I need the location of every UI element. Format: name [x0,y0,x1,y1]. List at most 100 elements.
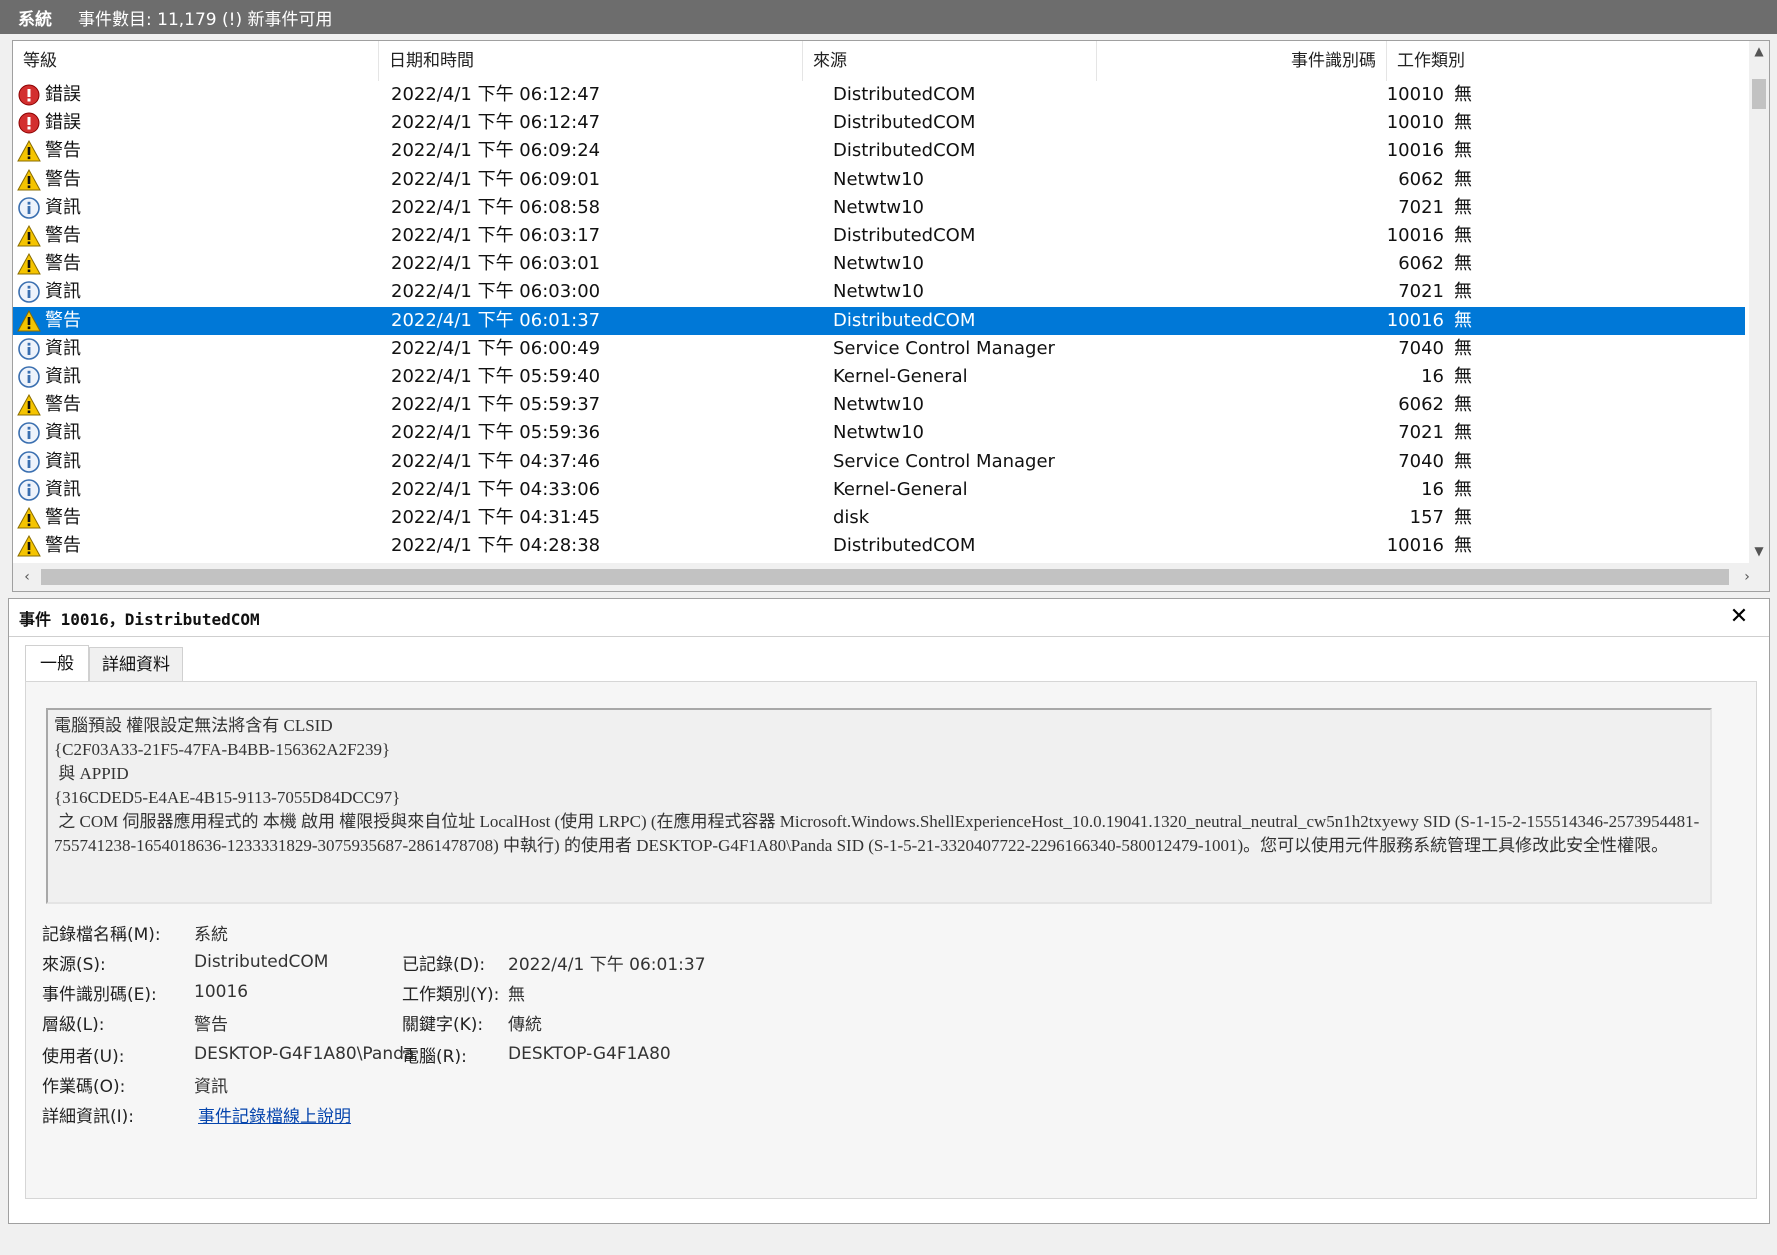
cell-task: 無 [1454,309,1472,331]
table-row[interactable]: 錯誤 2022/4/1 下午 06:12:47 DistributedCOM 1001… [13,81,1745,109]
cell-source: DistributedCOM [833,84,976,105]
table-row[interactable]: 警告 2022/4/1 下午 04:31:45 disk 157 無 [13,504,1745,532]
cell-source: Kernel-General [833,366,968,387]
horizontal-scrollbar[interactable]: ‹ › [13,563,1769,591]
cell-event-id: 6062 [1398,253,1444,275]
level-value[interactable]: 警告 [194,1010,228,1035]
cell-date: 2022/4/1 下午 04:31:45 [391,507,601,528]
cell-level: 警告 [17,250,81,278]
vertical-scrollbar[interactable]: ▲ ▼ [1749,41,1769,563]
cell-event-id: 7021 [1398,281,1444,303]
cell-task: 無 [1454,422,1472,444]
opcode-label: 作業碼(O): [42,1077,126,1097]
warning-icon [17,139,41,163]
task-value[interactable]: 無 [508,980,525,1005]
title-bar: 系統 事件數目: 11,179 (!) 新事件可用 [0,0,1777,34]
user-label: 使用者(U): [42,1047,125,1067]
cell-source: Kernel-General [833,478,968,500]
cell-task: 無 [1454,366,1472,387]
table-row[interactable]: 警告 2022/4/1 下午 05:59:37 Netwtw10 6062 無 [13,391,1745,419]
tab-details[interactable]: 詳細資料 [89,647,183,681]
cell-date: 2022/4/1 下午 05:59:40 [391,366,601,387]
tab-general[interactable]: 一般 [25,645,89,681]
col-event-id[interactable]: 事件識別碼 [1097,41,1387,81]
level-text: 資訊 [45,337,81,359]
cell-task: 無 [1454,140,1472,162]
table-row[interactable]: 資訊 2022/4/1 下午 05:59:36 Netwtw10 7021 無 [13,419,1745,447]
table-row[interactable]: 警告 2022/4/1 下午 04:28:38 DistributedCOM 1001… [13,532,1745,560]
warning-icon [17,309,41,333]
cell-task: 無 [1454,112,1472,134]
cell-date: 2022/4/1 下午 06:08:58 [391,196,601,218]
scroll-left-icon[interactable]: ‹ [17,567,37,587]
cell-event-id: 7021 [1398,422,1444,444]
log-name-value[interactable]: 系統 [194,920,228,945]
table-row[interactable]: 警告 2022/4/1 下午 06:09:24 DistributedCOM 1001… [13,137,1745,165]
cell-task: 無 [1454,225,1472,246]
task-label: 工作類別(Y): [402,985,500,1005]
col-source[interactable]: 來源 [803,41,1097,81]
col-task[interactable]: 工作類別 [1387,41,1749,81]
keywords-value[interactable]: 傳統 [508,1010,542,1035]
cell-event-id: 10016 [1386,225,1444,246]
table-row[interactable]: 資訊 2022/4/1 下午 06:03:00 Netwtw10 7021 無 [13,278,1745,306]
level-text: 資訊 [45,366,81,387]
cell-source: Netwtw10 [833,281,925,303]
cell-level: 警告 [17,532,81,560]
level-text: 警告 [45,535,81,557]
cell-task: 無 [1454,337,1472,359]
scroll-right-icon[interactable]: › [1737,567,1757,587]
more-info-link[interactable]: 事件記錄檔線上說明 [198,1102,351,1127]
table-row[interactable]: 資訊 2022/4/1 下午 04:33:06 Kernel-General 16 無 [13,476,1745,504]
event-id-value[interactable]: 10016 [194,982,248,1002]
cell-date: 2022/4/1 下午 05:59:37 [391,394,601,416]
info-icon [17,337,41,361]
vertical-scroll-thumb[interactable] [1752,79,1766,109]
cell-event-id: 10010 [1386,84,1444,105]
cell-level: 警告 [17,222,81,250]
level-text: 資訊 [45,478,81,500]
info-icon [17,421,41,445]
level-text: 警告 [45,253,81,275]
cell-level: 資訊 [17,194,81,222]
close-icon[interactable]: ✕ [1727,605,1751,629]
info-icon [17,450,41,474]
level-text: 警告 [45,140,81,162]
cell-date: 2022/4/1 下午 06:03:01 [391,253,601,275]
horizontal-scroll-thumb[interactable] [41,569,1729,585]
source-value[interactable]: DistributedCOM [194,952,328,972]
user-value[interactable]: DESKTOP-G4F1A80\Panda [194,1044,414,1064]
table-row[interactable]: 資訊 2022/4/1 下午 06:08:58 Netwtw10 7021 無 [13,194,1745,222]
cell-level: 資訊 [17,448,81,476]
scroll-up-icon[interactable]: ▲ [1749,41,1769,61]
warning-icon [17,506,41,530]
column-header: 等級 日期和時間 來源 事件識別碼 工作類別 [13,41,1749,81]
table-row[interactable]: 資訊 2022/4/1 下午 06:00:49 Service Control Ma… [13,335,1745,363]
table-row[interactable]: 警告 2022/4/1 下午 06:09:01 Netwtw10 6062 無 [13,166,1745,194]
cell-event-id: 7021 [1398,196,1444,218]
cell-level: 警告 [17,391,81,419]
col-level[interactable]: 等級 [13,41,379,81]
cell-date: 2022/4/1 下午 06:01:37 [391,309,601,331]
col-date[interactable]: 日期和時間 [379,41,803,81]
table-row[interactable]: 資訊 2022/4/1 下午 05:59:40 Kernel-General 16 無 [13,363,1745,391]
table-row[interactable]: 警告 2022/4/1 下午 06:03:01 Netwtw10 6062 無 [13,250,1745,278]
cell-date: 2022/4/1 下午 06:12:47 [391,112,601,134]
opcode-value[interactable]: 資訊 [194,1072,228,1097]
detail-header: 事件 10016，DistributedCOM ✕ [9,599,1769,637]
table-row[interactable]: 錯誤 2022/4/1 下午 06:12:47 DistributedCOM 1001… [13,109,1745,137]
cell-source: Netwtw10 [833,253,925,275]
warning-icon [17,224,41,248]
scroll-down-icon[interactable]: ▼ [1749,541,1769,561]
level-text: 警告 [45,225,81,246]
event-detail-pane: 事件 10016，DistributedCOM ✕ 一般 詳細資料 電腦預設 權… [8,598,1770,1224]
logged-value[interactable]: 2022/4/1 下午 06:01:37 [508,950,706,975]
info-icon [17,478,41,502]
cell-task: 無 [1454,394,1472,416]
cell-event-id: 7040 [1398,337,1444,359]
table-row[interactable]: 警告 2022/4/1 下午 06:01:37 DistributedCOM 1001… [13,306,1745,335]
table-row[interactable]: 資訊 2022/4/1 下午 04:37:46 Service Control Ma… [13,448,1745,476]
cell-source: Netwtw10 [833,394,925,416]
table-row[interactable]: 警告 2022/4/1 下午 06:03:17 DistributedCOM 1001… [13,222,1745,250]
computer-value[interactable]: DESKTOP-G4F1A80 [508,1044,671,1064]
